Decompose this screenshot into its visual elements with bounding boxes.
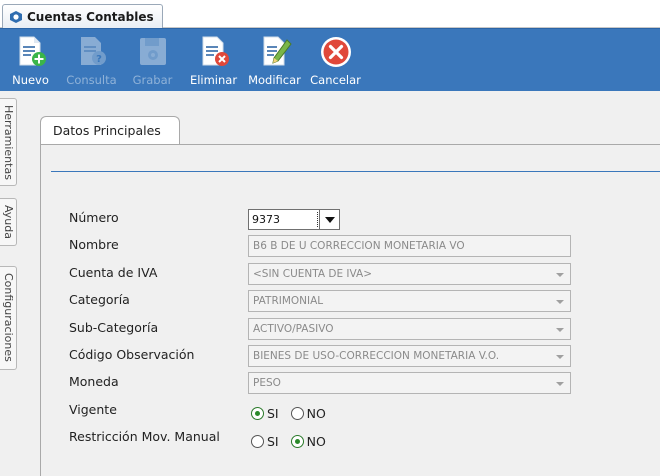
nuevo-label: Nuevo xyxy=(12,73,49,87)
text-caret xyxy=(317,212,318,227)
app-window: Cuentas Contables Nuevo ? Consulta Graba… xyxy=(0,0,660,476)
numero-label: Número xyxy=(69,210,119,225)
app-icon xyxy=(10,10,22,23)
grabar-button[interactable]: Grabar xyxy=(122,29,183,92)
categoria-select[interactable]: PATRIMONIAL xyxy=(248,290,571,312)
combobox-divider xyxy=(319,210,320,229)
consulta-label: Consulta xyxy=(66,73,117,87)
window-tab-cuentas-contables[interactable]: Cuentas Contables xyxy=(2,4,163,28)
chevron-down-icon[interactable] xyxy=(325,217,335,223)
cancelar-label: Cancelar xyxy=(310,73,361,87)
edit-document-icon xyxy=(263,36,292,66)
categoria-value: PATRIMONIAL xyxy=(253,295,324,307)
side-tab-ayuda[interactable]: Ayuda xyxy=(0,198,17,246)
cuenta-iva-value: <SIN CUENTA DE IVA> xyxy=(253,268,373,280)
codigo-observacion-label: Código Observación xyxy=(69,347,195,362)
codigo-observacion-value: BIENES DE USO-CORRECCION MONETARIA V.O. xyxy=(253,350,500,362)
chevron-down-icon xyxy=(556,300,564,304)
vigente-label: Vigente xyxy=(69,402,117,417)
section-divider xyxy=(51,171,660,172)
vigente-no-radio[interactable] xyxy=(290,406,304,420)
numero-combobox[interactable]: 9373 xyxy=(248,209,340,230)
side-tabs: Herramientas Ayuda Configuraciones xyxy=(0,92,18,476)
categoria-label: Categoría xyxy=(69,292,130,307)
moneda-label: Moneda xyxy=(69,374,119,389)
side-tab-configuraciones[interactable]: Configuraciones xyxy=(0,266,17,370)
chevron-down-icon xyxy=(556,328,564,332)
tab-datos-principales-label: Datos Principales xyxy=(53,123,161,138)
moneda-select[interactable]: PESO xyxy=(248,372,571,394)
nombre-value: B6 B DE U CORRECCION MONETARIA VO xyxy=(253,240,465,252)
side-tab-configuraciones-label: Configuraciones xyxy=(2,273,15,362)
side-tab-herramientas[interactable]: Herramientas xyxy=(0,98,17,186)
modificar-button[interactable]: Modificar xyxy=(244,29,305,92)
query-document-icon: ? xyxy=(80,37,106,65)
side-tab-ayuda-label: Ayuda xyxy=(2,205,15,239)
vigente-radio-group: SI NO xyxy=(251,404,338,422)
toolbar: Nuevo ? Consulta Grabar Eliminar Modific… xyxy=(0,28,660,91)
chevron-down-icon xyxy=(556,382,564,386)
nuevo-button[interactable]: Nuevo xyxy=(0,29,61,92)
cuenta-iva-select[interactable]: <SIN CUENTA DE IVA> xyxy=(248,263,571,285)
restriccion-label: Restricción Mov. Manual xyxy=(69,429,220,444)
tab-datos-principales[interactable]: Datos Principales xyxy=(40,116,180,145)
chevron-down-icon xyxy=(556,355,564,359)
subcategoria-select[interactable]: ACTIVO/PASIVO xyxy=(248,318,571,340)
modificar-label: Modificar xyxy=(248,73,301,87)
new-document-icon xyxy=(19,36,46,66)
restriccion-no-label: NO xyxy=(306,433,326,449)
restriccion-radio-group: SI NO xyxy=(251,432,338,450)
subcategoria-value: ACTIVO/PASIVO xyxy=(253,323,334,335)
window-tab-strip: Cuentas Contables xyxy=(0,0,660,28)
svg-text:?: ? xyxy=(96,54,102,65)
chevron-down-icon xyxy=(556,273,564,277)
vigente-si-label: SI xyxy=(267,405,279,421)
cancel-circle-icon xyxy=(320,37,351,67)
consulta-button[interactable]: ? Consulta xyxy=(61,29,122,92)
eliminar-button[interactable]: Eliminar xyxy=(183,29,244,92)
main-content: Datos Principales Número 9373 Nombre B6 … xyxy=(40,116,660,476)
numero-value: 9373 xyxy=(252,213,280,226)
side-tab-herramientas-label: Herramientas xyxy=(2,105,15,180)
restriccion-si-radio[interactable] xyxy=(251,434,264,448)
vigente-si-radio[interactable] xyxy=(251,406,264,420)
delete-document-icon xyxy=(202,36,229,66)
cuenta-iva-label: Cuenta de IVA xyxy=(69,265,158,280)
grabar-label: Grabar xyxy=(132,73,173,87)
window-tab-title: Cuentas Contables xyxy=(27,9,154,24)
eliminar-label: Eliminar xyxy=(189,73,238,87)
nombre-field[interactable]: B6 B DE U CORRECCION MONETARIA VO xyxy=(248,235,571,257)
vigente-no-label: NO xyxy=(306,405,326,421)
nombre-label: Nombre xyxy=(69,237,119,252)
subcategoria-label: Sub-Categoría xyxy=(69,320,159,335)
save-disk-icon xyxy=(139,38,166,65)
moneda-value: PESO xyxy=(253,377,281,389)
codigo-observacion-select[interactable]: BIENES DE USO-CORRECCION MONETARIA V.O. xyxy=(248,345,571,367)
restriccion-si-label: SI xyxy=(267,433,279,449)
cancelar-button[interactable]: Cancelar xyxy=(305,29,366,92)
restriccion-no-radio[interactable] xyxy=(290,434,304,448)
datos-principales-panel: Número 9373 Nombre B6 B DE U CORRECCION … xyxy=(40,144,660,476)
